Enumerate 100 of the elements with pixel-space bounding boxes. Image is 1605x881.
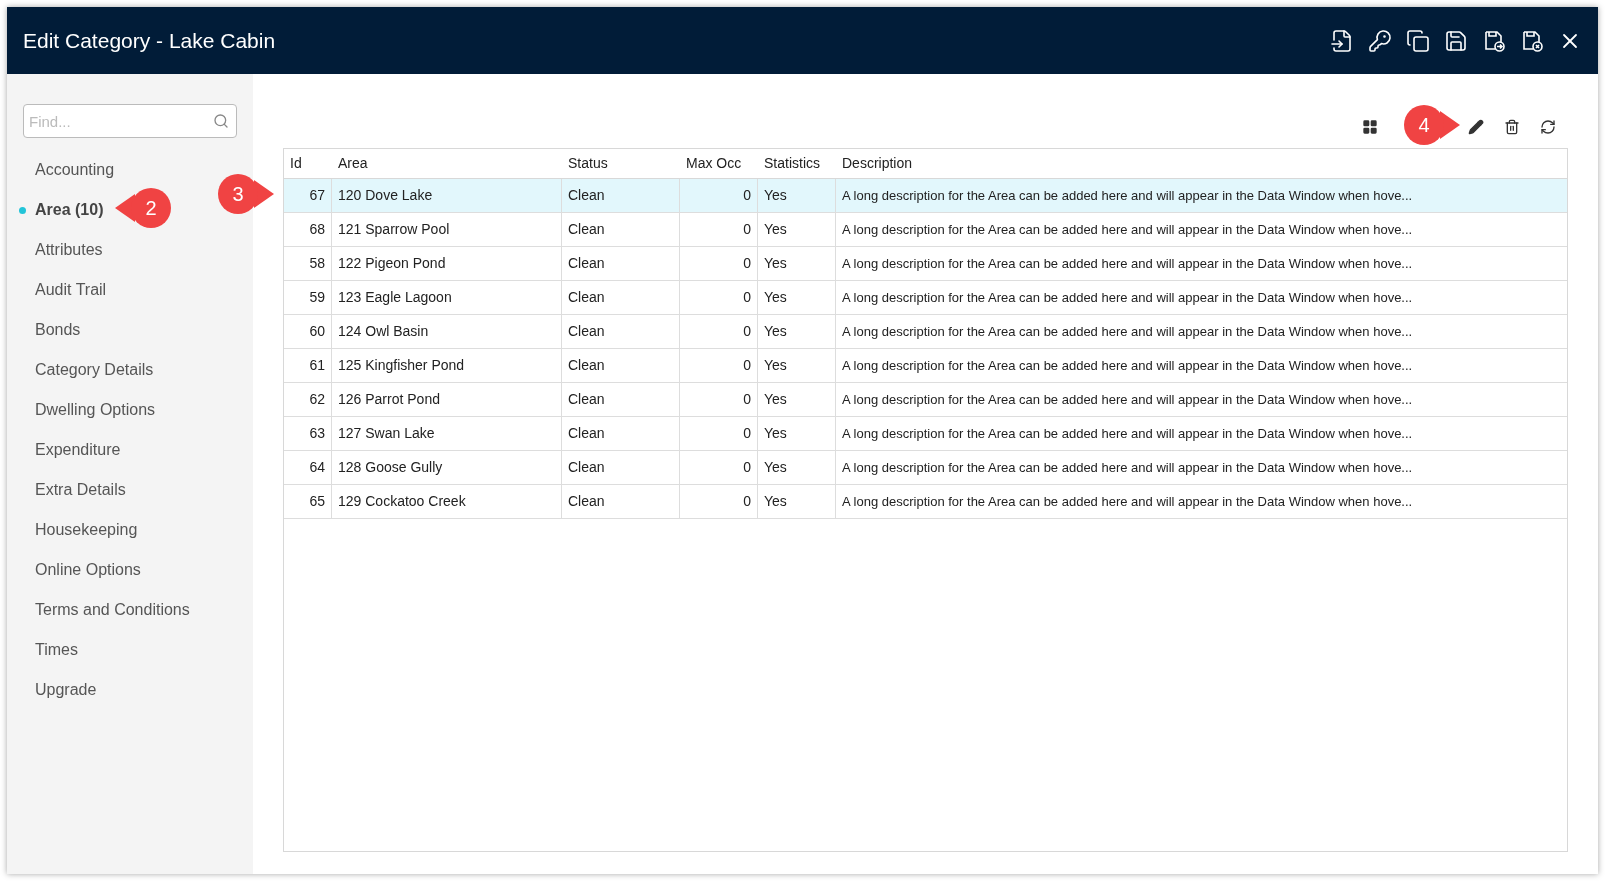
- sidebar-item[interactable]: Times: [35, 638, 78, 662]
- sidebar-item[interactable]: Online Options: [35, 558, 141, 582]
- sidebar-item[interactable]: Upgrade: [35, 678, 97, 702]
- sidebar-item[interactable]: Audit Trail: [35, 278, 107, 302]
- table-cell-text: A long description for the Area can be added here and will appear in the Data Window when hove...: [841, 322, 1414, 341]
- table-cell: Yes: [758, 179, 836, 212]
- column-header[interactable]: Area: [332, 149, 562, 178]
- table-cell-text: A long description for the Area can be added here and will appear in the Data Window when hove...: [841, 492, 1414, 511]
- column-header[interactable]: Id: [284, 149, 332, 178]
- table-cell: 0: [680, 383, 758, 416]
- sidebar-item[interactable]: Extra Details: [35, 478, 126, 502]
- table-cell: 0: [680, 349, 758, 382]
- table-cell-text: A long description for the Area can be added here and will appear in the Data Window when hove...: [841, 288, 1414, 307]
- table-cell: 63: [284, 417, 332, 450]
- column-header[interactable]: Max Occ: [680, 149, 758, 178]
- table-cell-text: A long description for the Area can be added here and will appear in the Data Window when hove...: [841, 390, 1414, 409]
- table-cell: 0: [680, 451, 758, 484]
- table-cell-text: A long description for the Area can be added here and will appear in the Data Window when hove...: [841, 220, 1414, 239]
- table-cell: Clean: [562, 451, 680, 484]
- table-cell: 0: [680, 179, 758, 212]
- sidebar-item[interactable]: Attributes: [35, 238, 103, 262]
- table-cell: 128 Goose Gully: [332, 451, 562, 484]
- table-cell: Yes: [758, 383, 836, 416]
- table-cell: Yes: [758, 281, 836, 314]
- edit-icon[interactable]: [1468, 119, 1484, 135]
- table-row[interactable]: 61 125 Kingfisher Pond Clean 0 Yes A long description for the Area can be added here and will appear in the Data Window when hove...: [284, 349, 1567, 383]
- copy-icon[interactable]: [1406, 28, 1430, 53]
- table-cell: 61: [284, 349, 332, 382]
- table-cell: 121 Sparrow Pool: [332, 213, 562, 246]
- refresh-icon[interactable]: [1540, 119, 1556, 135]
- table-row[interactable]: 63 127 Swan Lake Clean 0 Yes A long description for the Area can be added here and will appear in the Data Window when hove...: [284, 417, 1567, 451]
- save-close-icon[interactable]: [1520, 28, 1544, 53]
- table-cell: Clean: [562, 281, 680, 314]
- table-row[interactable]: 62 126 Parrot Pond Clean 0 Yes A long description for the Area can be added here and will appear in the Data Window when hove...: [284, 383, 1567, 417]
- table-cell-text: A long description for the Area can be added here and will appear in the Data Window when hove...: [841, 424, 1414, 443]
- table-cell: 60: [284, 315, 332, 348]
- add-grid-icon[interactable]: [1362, 119, 1378, 135]
- search-icon: [213, 113, 229, 129]
- table-row[interactable]: 64 128 Goose Gully Clean 0 Yes A long description for the Area can be added here and will appear in the Data Window when hove...: [284, 451, 1567, 485]
- table-row[interactable]: 58 122 Pigeon Pond Clean 0 Yes A long description for the Area can be added here and will appear in the Data Window when hove...: [284, 247, 1567, 281]
- sidebar-item[interactable]: Accounting: [35, 158, 115, 182]
- table-cell: 0: [680, 247, 758, 280]
- table-cell: 0: [680, 417, 758, 450]
- table-cell: 129 Cockatoo Creek: [332, 485, 562, 518]
- table-cell: 0: [680, 281, 758, 314]
- window-title: Edit Category - Lake Cabin: [23, 27, 277, 54]
- sidebar-item[interactable]: Terms and Conditions: [35, 598, 190, 622]
- table-cell: Yes: [758, 417, 836, 450]
- table-cell: Clean: [562, 383, 680, 416]
- sidebar-item[interactable]: Dwelling Options: [35, 398, 156, 422]
- column-header[interactable]: Statistics: [758, 149, 836, 178]
- table-cell: 124 Owl Basin: [332, 315, 562, 348]
- table-cell: Clean: [562, 247, 680, 280]
- table-cell: 59: [284, 281, 332, 314]
- table-cell: Yes: [758, 451, 836, 484]
- table-cell-text: A long description for the Area can be added here and will appear in the Data Window when hove...: [841, 356, 1414, 375]
- table-cell: Clean: [562, 315, 680, 348]
- table-cell: 125 Kingfisher Pond: [332, 349, 562, 382]
- sidebar-item[interactable]: Bonds: [35, 318, 81, 342]
- table-cell: 58: [284, 247, 332, 280]
- table-cell: 65: [284, 485, 332, 518]
- table-cell: Clean: [562, 485, 680, 518]
- table-cell: 0: [680, 485, 758, 518]
- key-icon[interactable]: [1368, 28, 1392, 53]
- table-cell: 62: [284, 383, 332, 416]
- table-cell: Yes: [758, 485, 836, 518]
- table-cell: 120 Dove Lake: [332, 179, 562, 212]
- table-cell: 0: [680, 315, 758, 348]
- table-cell: Clean: [562, 417, 680, 450]
- save-icon[interactable]: [1444, 28, 1468, 53]
- table-cell-text: A long description for the Area can be added here and will appear in the Data Window when hove...: [841, 254, 1414, 273]
- delete-icon[interactable]: [1504, 119, 1520, 135]
- table-cell: 67: [284, 179, 332, 212]
- table-cell: 123 Eagle Lagoon: [332, 281, 562, 314]
- table-cell: Yes: [758, 349, 836, 382]
- table-cell-text: A long description for the Area can be added here and will appear in the Data Window when hove...: [841, 186, 1414, 205]
- table-cell: Yes: [758, 247, 836, 280]
- column-header[interactable]: Description: [836, 149, 1567, 178]
- table-cell: Clean: [562, 213, 680, 246]
- import-icon[interactable]: [1330, 28, 1354, 53]
- sidebar-item[interactable]: Category Details: [35, 358, 154, 382]
- table-row[interactable]: 67 120 Dove Lake Clean 0 Yes A long description for the Area can be added here and will appear in the Data Window when hove...: [284, 179, 1567, 213]
- column-header[interactable]: Status: [562, 149, 680, 178]
- table-row[interactable]: 59 123 Eagle Lagoon Clean 0 Yes A long description for the Area can be added here and will appear in the Data Window when hove...: [284, 281, 1567, 315]
- sidebar-item[interactable]: Housekeeping: [35, 518, 138, 542]
- sidebar-item[interactable]: Area (10): [35, 198, 104, 222]
- table-cell: Clean: [562, 179, 680, 212]
- save-forward-icon[interactable]: [1482, 28, 1506, 53]
- table-cell: 122 Pigeon Pond: [332, 247, 562, 280]
- search-field[interactable]: Find...: [23, 104, 237, 138]
- table-cell: Yes: [758, 213, 836, 246]
- table-row[interactable]: 68 121 Sparrow Pool Clean 0 Yes A long description for the Area can be added here and will appear in the Data Window when hove...: [284, 213, 1567, 247]
- table-cell: 64: [284, 451, 332, 484]
- table-row[interactable]: 65 129 Cockatoo Creek Clean 0 Yes A long description for the Area can be added here and will appear in the Data Window when hove...: [284, 485, 1567, 519]
- table-cell: 68: [284, 213, 332, 246]
- table-cell-text: A long description for the Area can be added here and will appear in the Data Window when hove...: [841, 458, 1414, 477]
- sidebar-item[interactable]: Expenditure: [35, 438, 121, 462]
- table-row[interactable]: 60 124 Owl Basin Clean 0 Yes A long description for the Area can be added here and will appear in the Data Window when hove...: [284, 315, 1567, 349]
- table-cell: 126 Parrot Pond: [332, 383, 562, 416]
- table-cell: 0: [680, 213, 758, 246]
